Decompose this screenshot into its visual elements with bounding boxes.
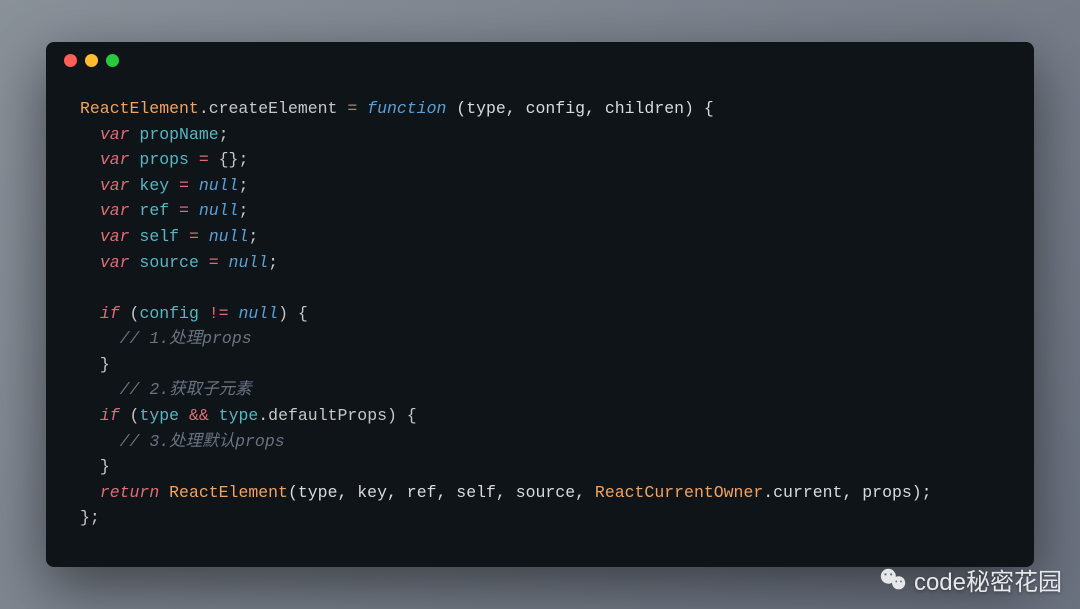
minimize-icon[interactable] — [85, 54, 98, 67]
keyword-function: function — [357, 99, 446, 118]
null-literal: null — [219, 253, 269, 272]
params: (type, config, children) { — [446, 99, 713, 118]
punct: ; — [238, 201, 248, 220]
null-literal: null — [229, 304, 279, 323]
indent — [80, 176, 100, 195]
code-line: var props = {}; — [80, 150, 248, 169]
comment: // 1.处理props — [120, 329, 252, 348]
code-line: var key = null; — [80, 176, 248, 195]
args: .current, props); — [763, 483, 931, 502]
indent — [80, 201, 100, 220]
indent — [80, 227, 100, 246]
keyword-var: var — [100, 201, 130, 220]
wechat-icon — [878, 565, 908, 595]
indent — [80, 304, 100, 323]
variable: ref — [130, 201, 180, 220]
watermark-text: code秘密花园 — [914, 562, 1062, 597]
variable: source — [130, 253, 209, 272]
member: .createElement — [199, 99, 348, 118]
variable: type — [209, 406, 259, 425]
punct: ; — [238, 176, 248, 195]
identifier: ReactElement — [159, 483, 288, 502]
identifier: ReactCurrentOwner — [595, 483, 763, 502]
keyword-var: var — [100, 125, 130, 144]
comment: // 2.获取子元素 — [120, 380, 252, 399]
punct: } — [100, 355, 110, 374]
code-line: // 1.处理props — [80, 329, 252, 348]
args: (type, key, ref, self, source, — [288, 483, 595, 502]
code-line: } — [80, 355, 110, 374]
comment: // 3.处理默认props — [120, 432, 285, 451]
code-content: ReactElement.createElement = function (t… — [46, 78, 1034, 539]
punct: } — [100, 457, 110, 476]
code-line: if (type && type.defaultProps) { — [80, 406, 417, 425]
keyword-var: var — [100, 150, 130, 169]
code-line: // 3.处理默认props — [80, 432, 285, 451]
operator: = — [209, 253, 219, 272]
indent — [80, 329, 120, 348]
variable: type — [139, 406, 189, 425]
punct: ; — [219, 125, 229, 144]
indent — [80, 380, 120, 399]
code-line: ReactElement.createElement = function (t… — [80, 99, 714, 118]
punct: ( — [120, 304, 140, 323]
operator: = — [179, 176, 189, 195]
code-line: }; — [80, 508, 100, 527]
indent — [80, 355, 100, 374]
punct: }; — [80, 508, 100, 527]
operator: && — [189, 406, 209, 425]
watermark: code秘密花园 — [878, 562, 1062, 597]
variable: config — [139, 304, 208, 323]
code-editor-window: ReactElement.createElement = function (t… — [46, 42, 1034, 567]
indent — [80, 253, 100, 272]
operator: = — [189, 227, 199, 246]
punct: ) { — [278, 304, 308, 323]
punct: {}; — [209, 150, 249, 169]
keyword-if: if — [100, 406, 120, 425]
code-line: var self = null; — [80, 227, 258, 246]
code-line: return ReactElement(type, key, ref, self… — [80, 483, 932, 502]
variable: propName — [130, 125, 219, 144]
code-line: var ref = null; — [80, 201, 248, 220]
null-literal: null — [189, 201, 239, 220]
code-line: var propName; — [80, 125, 229, 144]
indent — [80, 150, 100, 169]
close-icon[interactable] — [64, 54, 77, 67]
code-line: if (config != null) { — [80, 304, 308, 323]
null-literal: null — [189, 176, 239, 195]
identifier: ReactElement — [80, 99, 199, 118]
member: .defaultProps) { — [258, 406, 416, 425]
indent — [80, 125, 100, 144]
operator: = — [179, 201, 189, 220]
code-line: var source = null; — [80, 253, 278, 272]
maximize-icon[interactable] — [106, 54, 119, 67]
variable: props — [130, 150, 199, 169]
indent — [80, 457, 100, 476]
operator: = — [347, 99, 357, 118]
keyword-if: if — [100, 304, 120, 323]
keyword-return: return — [100, 483, 159, 502]
code-line: } — [80, 457, 110, 476]
keyword-var: var — [100, 227, 130, 246]
keyword-var: var — [100, 253, 130, 272]
variable: key — [130, 176, 180, 195]
code-line: // 2.获取子元素 — [80, 380, 252, 399]
window-titlebar — [46, 42, 1034, 78]
indent — [80, 483, 100, 502]
variable: self — [130, 227, 189, 246]
operator: = — [199, 150, 209, 169]
blank-line — [80, 278, 90, 297]
null-literal: null — [199, 227, 249, 246]
indent — [80, 406, 100, 425]
punct: ( — [120, 406, 140, 425]
keyword-var: var — [100, 176, 130, 195]
operator: != — [209, 304, 229, 323]
punct: ; — [248, 227, 258, 246]
punct: ; — [268, 253, 278, 272]
indent — [80, 432, 120, 451]
